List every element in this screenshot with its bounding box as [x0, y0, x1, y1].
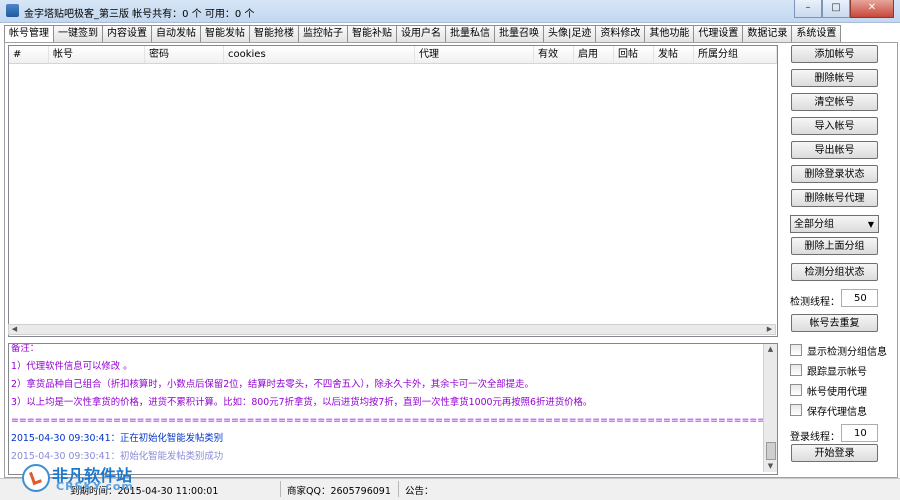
tab-auto-post[interactable]: 自动发帖: [151, 25, 201, 42]
check-threads-label: 检测线程：: [790, 297, 840, 308]
tab-smart-post[interactable]: 智能发帖: [200, 25, 250, 42]
tab-smart-grab-floor[interactable]: 智能抢楼: [249, 25, 299, 42]
scroll-left-icon[interactable]: ◀: [9, 325, 20, 334]
title-bar: 金字塔贴吧极客_第三版 帐号共有：0 个 可用：0 个 – □ ✕: [0, 0, 900, 23]
export-accounts-button[interactable]: 导出帐号: [791, 141, 878, 159]
group-select[interactable]: 全部分组 ▼: [790, 215, 879, 233]
watermark-subtitle: CRSKY.com: [56, 480, 134, 493]
checkbox-label: 跟踪显示帐号: [807, 366, 867, 378]
column-group[interactable]: 所属分组: [694, 46, 777, 63]
delete-account-proxy-button[interactable]: 删除帐号代理: [791, 189, 878, 207]
scroll-down-icon[interactable]: ▼: [764, 461, 777, 472]
tab-data-records[interactable]: 数据记录: [742, 25, 793, 42]
column-cookies[interactable]: cookies: [224, 46, 415, 63]
column-proxy[interactable]: 代理: [415, 46, 534, 63]
log-line: 2）拿货品种自己组合（折扣核算时，小数点后保留2位，结算时去零头，不四舍五入），…: [11, 379, 534, 390]
login-threads-input[interactable]: 10: [841, 424, 878, 442]
account-table[interactable]: # 帐号 密码 cookies 代理 有效 启用 回帖 发帖 所属分组: [8, 45, 778, 337]
minimize-button[interactable]: –: [794, 0, 822, 18]
check-group-status-button[interactable]: 检测分组状态: [791, 263, 878, 281]
tab-profile-edit[interactable]: 资料修改: [595, 25, 646, 42]
import-accounts-button[interactable]: 导入帐号: [791, 117, 878, 135]
clear-accounts-button[interactable]: 清空帐号: [791, 93, 878, 111]
tab-monitor-posts[interactable]: 监控帖子: [298, 25, 348, 42]
close-button[interactable]: ✕: [850, 0, 894, 18]
table-horizontal-scrollbar[interactable]: ◀ ▶: [8, 324, 776, 335]
window-title: 金字塔贴吧极客_第三版 帐号共有：0 个 可用：0 个: [24, 9, 255, 20]
scroll-right-icon[interactable]: ▶: [764, 325, 775, 334]
status-bar: 到期时间：2015-04-30 11:00:01 商家QQ：2605796091…: [0, 478, 900, 500]
add-account-button[interactable]: 添加帐号: [791, 45, 878, 63]
tab-content-settings[interactable]: 内容设置: [102, 25, 152, 42]
watermark-logo: 非凡软件站 CRSKY.com: [22, 458, 134, 498]
column-posts[interactable]: 发帖: [654, 46, 694, 63]
log-line: 2015-04-30 09:30:41：正在初始化智能发帖类别: [11, 433, 224, 444]
tab-proxy-settings[interactable]: 代理设置: [693, 25, 744, 42]
checkbox-box[interactable]: [790, 364, 802, 376]
tab-avatar-footprint[interactable]: 头像|足迹: [543, 25, 597, 42]
log-panel[interactable]: 备注： 1）代理软件信息可以修改 。 2）拿货品种自己组合（折扣核算时，小数点后…: [8, 343, 778, 475]
tab-other-functions[interactable]: 其他功能: [644, 25, 695, 42]
tab-strip: 帐号管理 一键签到 内容设置 自动发帖 智能发帖 智能抢楼 监控帖子 智能补贴 …: [4, 25, 842, 43]
checkbox-label: 保存代理信息: [807, 406, 867, 418]
group-select-value: 全部分组: [794, 219, 834, 230]
column-enabled[interactable]: 启用: [574, 46, 614, 63]
tab-one-click-signin[interactable]: 一键签到: [53, 25, 103, 42]
account-use-proxy-checkbox[interactable]: 帐号使用代理: [790, 383, 867, 398]
watermark-icon: [22, 464, 50, 492]
chevron-down-icon: ▼: [867, 220, 874, 229]
status-divider: [280, 481, 281, 497]
tab-bulk-summon[interactable]: 批量召唤: [494, 25, 544, 42]
status-divider: [398, 481, 399, 497]
checkbox-box[interactable]: [790, 404, 802, 416]
column-account[interactable]: 帐号: [49, 46, 145, 63]
log-line: 备注：: [11, 343, 40, 354]
log-separator: ========================================…: [11, 415, 778, 426]
merchant-qq: 商家QQ：2605796091: [287, 486, 391, 497]
login-threads-label: 登录线程：: [790, 432, 840, 443]
column-valid[interactable]: 有效: [534, 46, 574, 63]
maximize-button[interactable]: □: [822, 0, 850, 18]
dedupe-accounts-button[interactable]: 帐号去重复: [791, 314, 878, 332]
delete-group-button[interactable]: 删除上面分组: [791, 237, 878, 255]
app-icon: [6, 4, 19, 17]
tab-smart-bump[interactable]: 智能补贴: [347, 25, 397, 42]
checkbox-box[interactable]: [790, 344, 802, 356]
track-account-checkbox[interactable]: 跟踪显示帐号: [790, 363, 867, 378]
start-login-button[interactable]: 开始登录: [791, 444, 878, 462]
delete-account-button[interactable]: 删除帐号: [791, 69, 878, 87]
checkbox-label: 帐号使用代理: [807, 386, 867, 398]
checkbox-label: 显示检测分组信息: [807, 346, 887, 358]
scroll-up-icon[interactable]: ▲: [764, 344, 777, 355]
column-index[interactable]: #: [9, 46, 49, 63]
column-replies[interactable]: 回帖: [614, 46, 654, 63]
tab-system-settings[interactable]: 系统设置: [791, 25, 842, 42]
tab-bulk-pm[interactable]: 批量私信: [445, 25, 495, 42]
log-line: 1）代理软件信息可以修改 。: [11, 361, 133, 372]
tab-set-username[interactable]: 设用户名: [396, 25, 446, 42]
tab-account-management[interactable]: 帐号管理: [4, 25, 54, 43]
notice: 公告：: [405, 486, 434, 497]
check-threads-input[interactable]: 50: [841, 289, 878, 307]
show-group-check-info-checkbox[interactable]: 显示检测分组信息: [790, 343, 887, 358]
window-controls: – □ ✕: [794, 0, 894, 18]
log-line: 3）以上均是一次性拿货的价格，进货不累积计算。比如：800元7折拿货，以后进货均…: [11, 397, 593, 408]
scroll-thumb[interactable]: [766, 442, 776, 460]
log-vertical-scrollbar[interactable]: ▲ ▼: [763, 344, 777, 472]
column-password[interactable]: 密码: [145, 46, 224, 63]
delete-login-state-button[interactable]: 删除登录状态: [791, 165, 878, 183]
table-header: # 帐号 密码 cookies 代理 有效 启用 回帖 发帖 所属分组: [9, 46, 777, 64]
save-proxy-info-checkbox[interactable]: 保存代理信息: [790, 403, 867, 418]
checkbox-box[interactable]: [790, 384, 802, 396]
log-lines: 备注： 1）代理软件信息可以修改 。 2）拿货品种自己组合（折扣核算时，小数点后…: [11, 343, 778, 466]
